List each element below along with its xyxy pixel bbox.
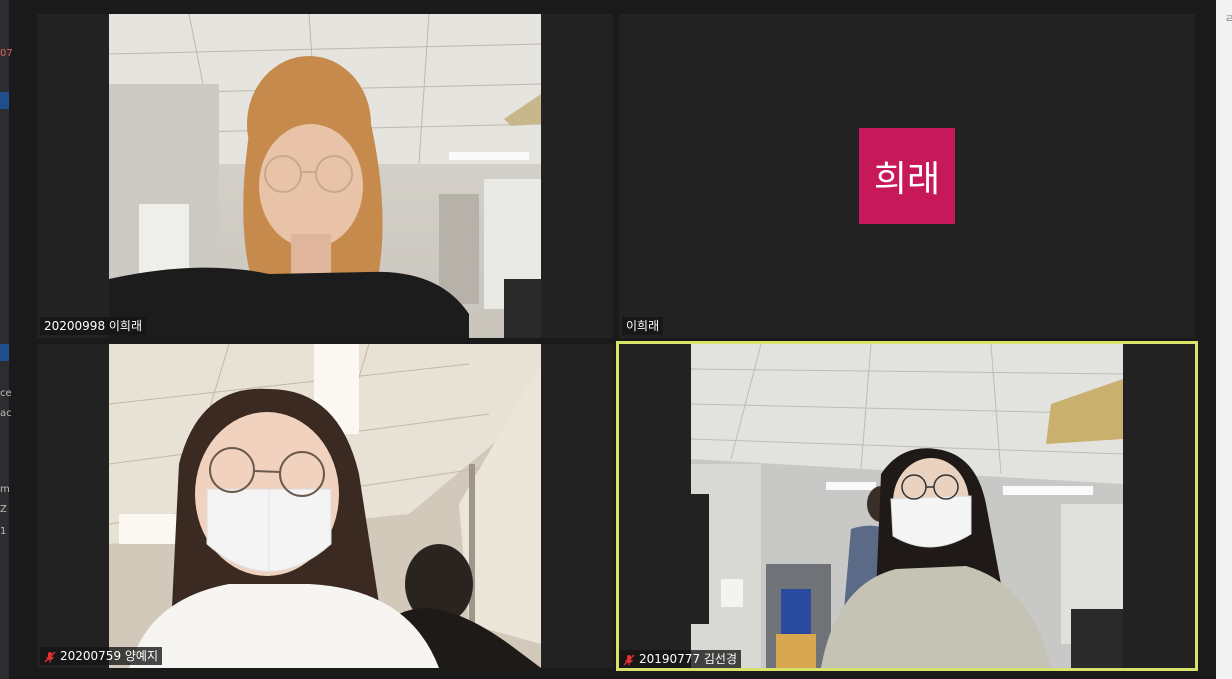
participant-tile[interactable]: 20200759 양예지 xyxy=(37,344,613,668)
edge-text-fragment: Z xyxy=(0,504,7,515)
edge-text-fragment: ac xyxy=(0,408,12,419)
participant-name-tag: 이희래 xyxy=(622,317,664,335)
edge-text-fragment: m xyxy=(0,484,10,495)
video-frame-image xyxy=(691,344,1123,668)
background-app-edge: 07 ce ac m Z 1 xyxy=(0,0,13,679)
avatar-initials: 희래 xyxy=(873,159,941,200)
participant-avatar: 희래 xyxy=(859,128,955,224)
video-frame-image xyxy=(109,344,541,668)
participant-tile[interactable]: 희래 이희래 xyxy=(619,14,1195,338)
edge-selection-bar xyxy=(0,344,9,361)
video-frame-image xyxy=(109,14,541,338)
participant-name-tag: 20200759 양예지 xyxy=(40,647,163,665)
participant-name: 20190777 김선경 xyxy=(639,652,738,666)
background-app-edge: ㄹ xyxy=(1216,0,1232,679)
participant-name: 20200998 이희래 xyxy=(44,319,143,333)
edge-text-fragment: ㄹ xyxy=(1225,14,1232,25)
mic-muted-icon xyxy=(44,650,56,663)
participant-tile-active-speaker[interactable]: 20190777 김선경 xyxy=(616,341,1198,671)
edge-text-fragment: 1 xyxy=(0,526,7,537)
edge-selection-bar xyxy=(0,92,9,109)
participant-video xyxy=(109,344,541,668)
participant-video xyxy=(109,14,541,338)
participant-video xyxy=(691,344,1123,668)
participant-tile[interactable]: 20200998 이희래 xyxy=(37,14,613,338)
mic-muted-icon xyxy=(623,653,635,666)
edge-text-fragment: 07 xyxy=(0,48,13,59)
participant-name: 이희래 xyxy=(626,319,660,333)
participant-name: 20200759 양예지 xyxy=(60,649,159,663)
participant-name-tag: 20190777 김선경 xyxy=(619,650,742,668)
participant-name-tag: 20200998 이희래 xyxy=(40,317,147,335)
edge-text-fragment: ce xyxy=(0,388,12,399)
